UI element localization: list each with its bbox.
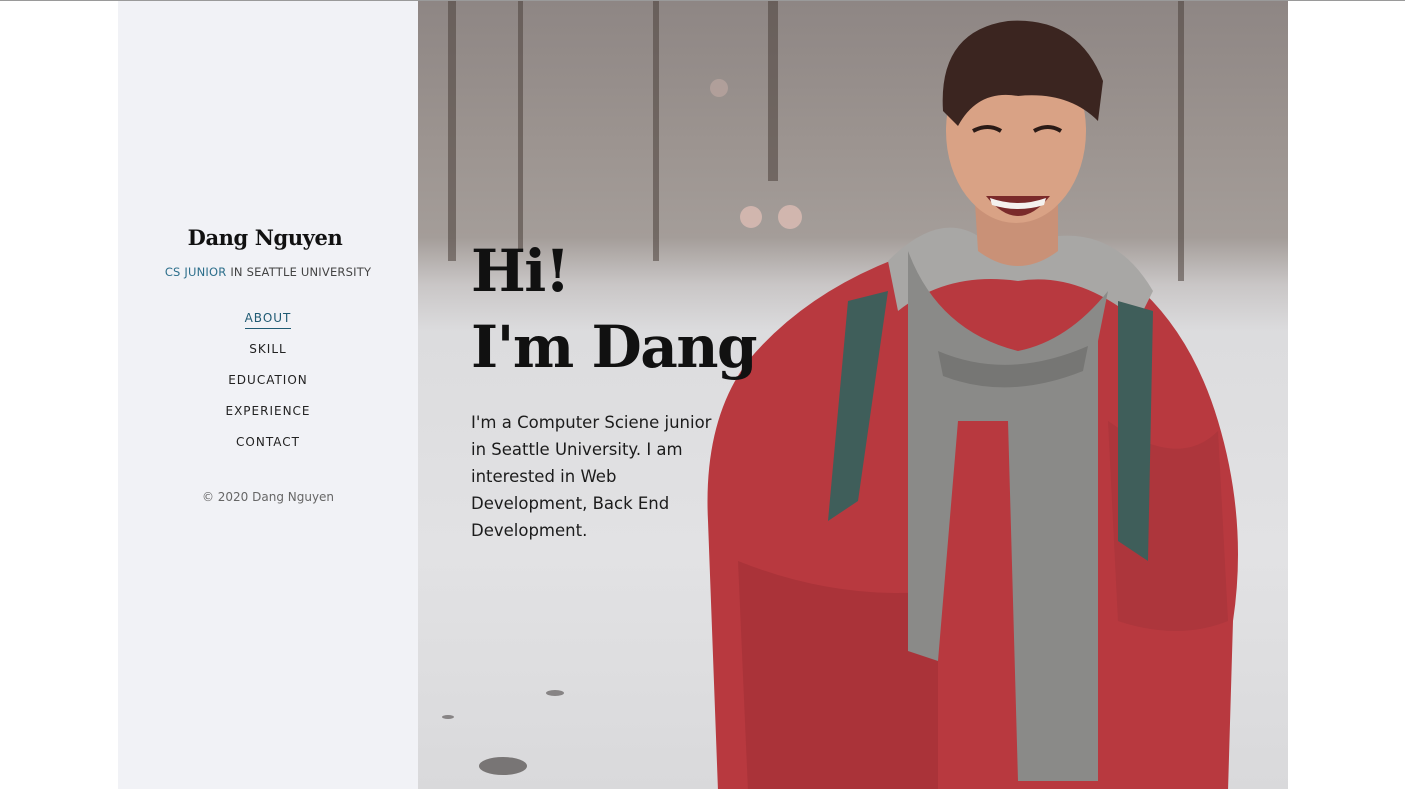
hero-heading-line2: I'm Dang — [471, 313, 758, 381]
hero-section: Hi! I'm Dang I'm a Computer Sciene junio… — [418, 1, 1288, 789]
subtitle-rest: IN SEATTLE UNIVERSITY — [226, 265, 372, 279]
nav-item-education[interactable]: EDUCATION — [118, 372, 418, 403]
nav-item-label: EDUCATION — [228, 373, 308, 387]
nav-item-contact[interactable]: CONTACT — [118, 434, 418, 465]
site-name[interactable]: Dang Nguyen — [118, 225, 412, 250]
nav-item-label: ABOUT — [244, 310, 292, 329]
snow-debris — [442, 715, 454, 719]
hero-heading: Hi! I'm Dang — [471, 233, 758, 385]
nav-item-about[interactable]: ABOUT — [118, 310, 418, 341]
sidebar: Dang Nguyen CS JUNIOR IN SEATTLE UNIVERS… — [118, 1, 418, 789]
site-subtitle: CS JUNIOR IN SEATTLE UNIVERSITY — [118, 265, 418, 279]
hero-intro: I'm a Computer Sciene junior in Seattle … — [471, 413, 712, 540]
snow-debris — [546, 690, 564, 696]
hero-heading-line1: Hi! — [471, 237, 570, 305]
hero-text: Hi! I'm Dang I'm a Computer Sciene junio… — [471, 233, 758, 561]
copyright: © 2020 Dang Nguyen — [201, 490, 335, 504]
main-nav: ABOUT SKILL EDUCATION EXPERIENCE CONTACT — [118, 310, 418, 465]
nav-item-label: CONTACT — [236, 435, 300, 449]
nav-item-label: SKILL — [249, 342, 287, 356]
snow-debris — [479, 757, 527, 775]
nav-item-skill[interactable]: SKILL — [118, 341, 418, 372]
subtitle-highlight: CS JUNIOR — [164, 265, 227, 279]
nav-item-experience[interactable]: EXPERIENCE — [118, 403, 418, 434]
nav-item-label: EXPERIENCE — [225, 404, 311, 418]
backpack-strap — [1118, 301, 1153, 561]
